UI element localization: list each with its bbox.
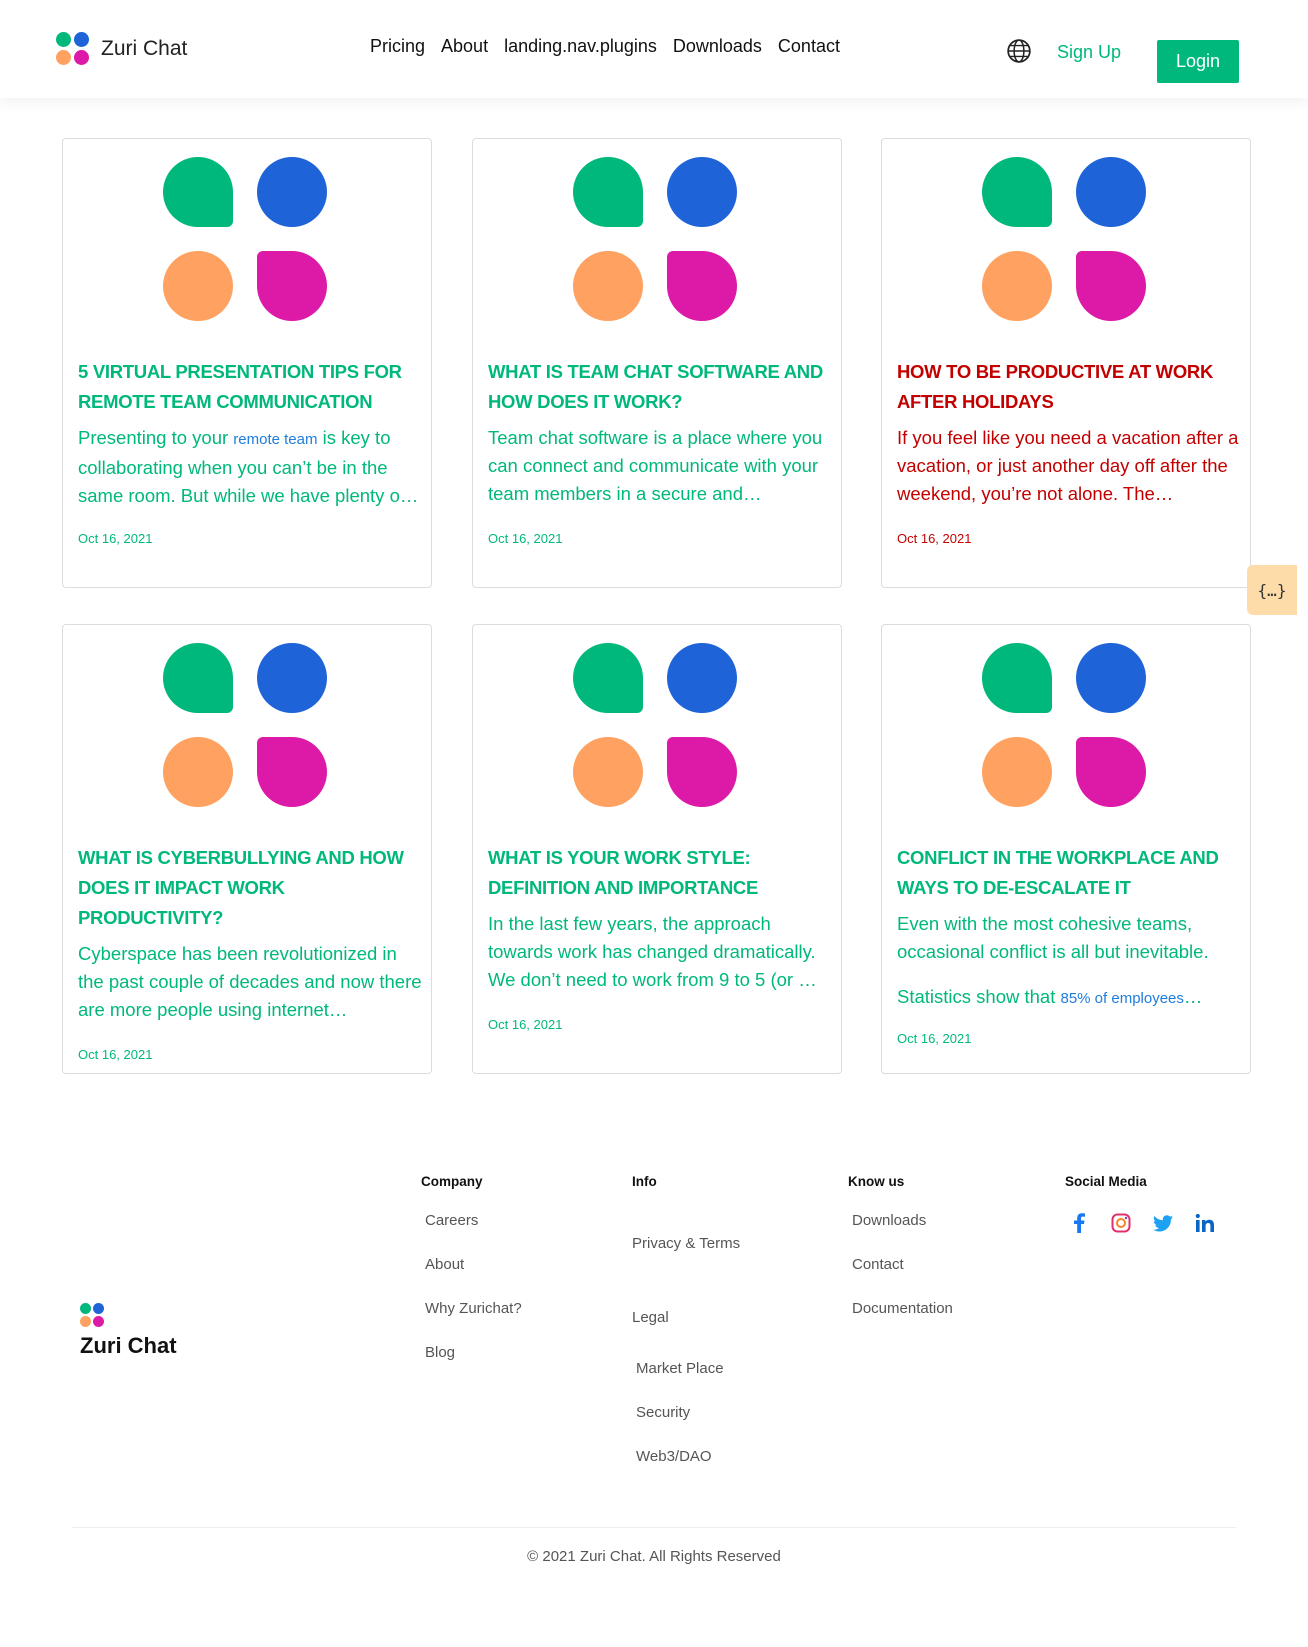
post-title[interactable]: HOW TO BE PRODUCTIVE AT WORK AFTER HOLID…: [897, 357, 1237, 417]
footer-knowus-title: Know us: [848, 1174, 905, 1189]
post-excerpt: Team chat software is a place where you …: [488, 427, 823, 504]
footer-info-title: Info: [632, 1174, 657, 1189]
nav-pricing[interactable]: Pricing: [370, 36, 425, 57]
blog-card[interactable]: WHAT IS YOUR WORK STYLE: DEFINITION AND …: [472, 624, 842, 1074]
post-excerpt-2: Statistics show that 85% of employees…: [897, 983, 1242, 1013]
facebook-icon[interactable]: [1068, 1212, 1090, 1234]
footer-link-why-zurichat[interactable]: Why Zurichat?: [425, 1300, 522, 1317]
post-title[interactable]: WHAT IS YOUR WORK STYLE: DEFINITION AND …: [488, 843, 828, 903]
zuri-logo-icon: [982, 157, 1148, 323]
post-date: Oct 16, 2021: [488, 531, 563, 546]
post-date: Oct 16, 2021: [897, 1031, 972, 1046]
copyright: © 2021 Zuri Chat. All Rights Reserved: [527, 1548, 781, 1565]
blog-card[interactable]: WHAT IS CYBERBULLYING AND HOW DOES IT IM…: [62, 624, 432, 1074]
post-date: Oct 16, 2021: [488, 1017, 563, 1032]
footer-link-legal[interactable]: Legal: [632, 1309, 669, 1326]
zuri-logo-icon: [982, 643, 1148, 809]
zuri-logo-icon: [80, 1303, 177, 1327]
signup-link[interactable]: Sign Up: [1057, 42, 1121, 63]
remote-team-link[interactable]: remote team: [233, 431, 317, 448]
blog-card[interactable]: WHAT IS TEAM CHAT SOFTWARE AND HOW DOES …: [472, 138, 842, 588]
zuri-logo-icon: [163, 157, 329, 323]
post-title[interactable]: 5 VIRTUAL PRESENTATION TIPS FOR REMOTE T…: [78, 357, 418, 417]
post-excerpt: In the last few years, the approach towa…: [488, 913, 817, 990]
post-excerpt: Presenting to your remote team is key to…: [78, 424, 423, 510]
post-excerpt: If you feel like you need a vacation aft…: [897, 427, 1239, 504]
post-title[interactable]: WHAT IS CYBERBULLYING AND HOW DOES IT IM…: [78, 843, 418, 933]
zuri-logo-icon: [573, 643, 739, 809]
footer-link-security[interactable]: Security: [636, 1404, 690, 1421]
zuri-logo-icon: [163, 643, 329, 809]
footer-link-about[interactable]: About: [425, 1256, 464, 1273]
nav-about[interactable]: About: [441, 36, 488, 57]
post-date: Oct 16, 2021: [897, 531, 972, 546]
instagram-icon[interactable]: [1110, 1212, 1132, 1234]
footer-link-documentation[interactable]: Documentation: [852, 1300, 953, 1317]
blog-card[interactable]: HOW TO BE PRODUCTIVE AT WORK AFTER HOLID…: [881, 138, 1251, 588]
twitter-icon[interactable]: [1152, 1212, 1174, 1234]
nav-contact[interactable]: Contact: [778, 36, 840, 57]
blog-card[interactable]: CONFLICT IN THE WORKPLACE AND WAYS TO DE…: [881, 624, 1251, 1074]
footer-link-contact[interactable]: Contact: [852, 1256, 904, 1273]
brand[interactable]: Zuri Chat: [56, 32, 187, 65]
footer-link-careers[interactable]: Careers: [425, 1212, 478, 1229]
footer-social-title: Social Media: [1065, 1174, 1147, 1189]
post-date: Oct 16, 2021: [78, 531, 153, 546]
excerpt-text: …: [1183, 986, 1203, 1007]
post-title[interactable]: WHAT IS TEAM CHAT SOFTWARE AND HOW DOES …: [488, 357, 828, 417]
footer-link-web3-dao[interactable]: Web3/DAO: [636, 1448, 712, 1465]
nav-downloads[interactable]: Downloads: [673, 36, 762, 57]
footer-link-blog[interactable]: Blog: [425, 1344, 455, 1361]
excerpt-text: Presenting to your: [78, 427, 234, 448]
brand-name: Zuri Chat: [101, 36, 188, 60]
side-tab[interactable]: {…}: [1247, 565, 1297, 615]
post-title[interactable]: CONFLICT IN THE WORKPLACE AND WAYS TO DE…: [897, 843, 1237, 903]
main-nav: Pricing About landing.nav.plugins Downlo…: [370, 36, 840, 57]
footer-brand-name: Zuri Chat: [80, 1333, 177, 1358]
zuri-logo-icon: [56, 32, 89, 65]
zuri-logo-icon: [573, 157, 739, 323]
post-excerpt: Even with the most cohesive teams, occas…: [897, 913, 1209, 962]
footer-brand[interactable]: Zuri Chat: [80, 1303, 177, 1359]
footer-company-title: Company: [421, 1174, 483, 1189]
site-header: Zuri Chat Pricing About landing.nav.plug…: [0, 0, 1308, 98]
nav-plugins[interactable]: landing.nav.plugins: [504, 36, 657, 57]
login-button[interactable]: Login: [1157, 40, 1239, 83]
excerpt-text: Statistics show that: [897, 986, 1061, 1007]
post-excerpt: Cyberspace has been revolutionized in th…: [78, 943, 422, 1020]
employees-stat-link[interactable]: 85% of employees: [1060, 990, 1183, 1007]
linkedin-icon[interactable]: [1194, 1212, 1216, 1234]
footer-divider: [72, 1527, 1236, 1528]
footer-link-privacy-terms[interactable]: Privacy & Terms: [632, 1235, 740, 1252]
footer-link-downloads[interactable]: Downloads: [852, 1212, 926, 1229]
footer-link-market-place[interactable]: Market Place: [636, 1360, 724, 1377]
blog-card[interactable]: 5 VIRTUAL PRESENTATION TIPS FOR REMOTE T…: [62, 138, 432, 588]
globe-icon[interactable]: [1006, 38, 1032, 64]
post-date: Oct 16, 2021: [78, 1047, 153, 1062]
